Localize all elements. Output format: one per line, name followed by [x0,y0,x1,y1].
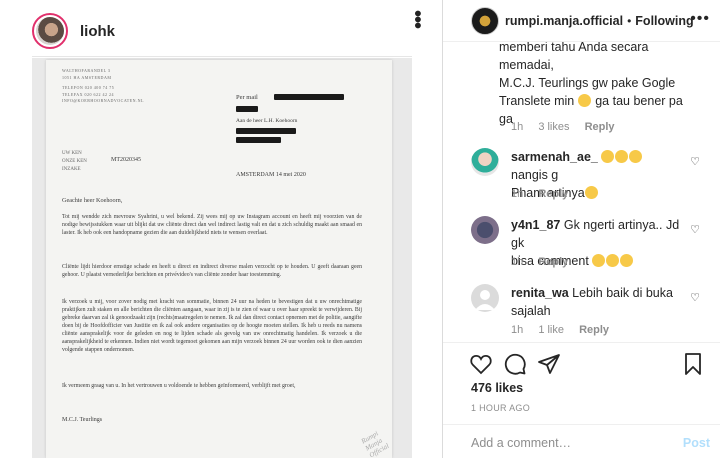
divider [443,424,720,425]
comment-meta: 1h Reply [511,188,580,200]
share-icon[interactable] [537,352,561,376]
comment-line: memadai, [499,58,554,72]
letter-date: AMSTERDAM 14 mei 2020 [236,172,306,178]
comment-time: 1h [511,256,524,268]
heart-icon[interactable]: ♡ [690,291,700,304]
ref-label: UW KEN [62,151,82,156]
signature: M.C.J. Teurlings [62,417,103,423]
post-sidebar: rumpi.manja.official • Following ••• mem… [443,0,720,458]
watermark: Rumpi Manja Official [359,429,391,458]
avatar[interactable] [471,148,499,176]
comment-likes[interactable]: 1 like [538,324,564,336]
comment-likes[interactable]: 3 likes [538,121,569,133]
comment-text: nangis g [511,168,559,182]
reference-labels: UW KEN ONZE KEN INZAKE [62,150,87,174]
post-header: rumpi.manja.official • Following ••• [443,0,720,42]
post-button[interactable]: Post [683,436,710,450]
per-mail-label: Per mail [236,94,258,101]
recipient-line: Aan de heer L.H. Koehoorn [236,118,298,124]
avatar[interactable] [471,216,499,244]
reply-button[interactable]: Reply [585,121,615,133]
crying-emoji-icon [615,150,629,163]
account-username[interactable]: rumpi.manja.official [505,14,623,28]
comment-list[interactable]: memberi tahu Anda secara memadai, M.C.J.… [443,42,720,342]
comment: renita_wa Lebih baik di buka sajalah [511,284,681,320]
ref-label: ONZE KEN [62,159,87,164]
redaction-bar [236,106,258,112]
more-icon[interactable]: ••• [690,11,710,27]
comment-time: 1h [511,324,524,336]
letter-paragraph: Ik verzoek u mij, voor zover nodig met k… [62,299,362,353]
comment-line: ga tau bener pa [595,94,683,108]
comment-line: memberi tahu Anda secara [499,42,649,54]
avatar[interactable] [471,284,499,312]
reference-number: MT2020345 [111,157,141,163]
letter-paper: WALTHOFARANDEL 3 1051 HA AMSTERDAM TELEF… [46,60,392,458]
separator-dot: • [627,13,632,28]
heart-icon[interactable]: ♡ [690,223,700,236]
embedded-post-header: liohk [32,10,412,52]
crying-emoji-icon [629,150,643,163]
comment-username[interactable]: renita_wa [511,286,569,300]
reply-button[interactable]: Reply [579,324,609,336]
comment-icon[interactable] [503,352,527,376]
comment-text: memberi tahu Anda secara memadai, M.C.J.… [499,42,709,128]
comment-meta: 1h 3 likes Reply [511,121,627,133]
post-timestamp[interactable]: 1 HOUR AGO [471,403,530,413]
comment-time: 1h [511,188,524,200]
comment-meta: 1h Reply [511,256,580,268]
smile-emoji-icon [584,186,598,199]
action-bar [469,352,709,378]
redaction-bar [236,128,296,134]
address-line: INFO@KOERHOORNADVOCATEN.NL [62,98,144,103]
letterhead-address: WALTHOFARANDEL 3 1051 HA AMSTERDAM TELEF… [62,68,144,105]
letter-paragraph: Tot mij wendde zich mevrouw Syahrini, u … [62,214,362,236]
laughing-emoji-icon [592,254,606,267]
avatar[interactable] [32,13,68,49]
redaction-bar [236,137,281,143]
following-button[interactable]: Following [635,14,693,28]
heart-icon[interactable] [469,352,493,376]
more-icon[interactable]: ••• [406,10,428,28]
heart-icon[interactable]: ♡ [690,155,700,168]
avatar[interactable] [471,6,499,35]
reply-button[interactable]: Reply [538,256,568,268]
salutation: Geachte heer Koehoorn, [62,197,123,204]
comment-username[interactable]: y4n1_87 [511,218,560,232]
bookmark-icon[interactable] [681,352,705,376]
comment-line: M.C.J. Teurlings gw pake Gogle [499,76,676,90]
redaction-bar [274,94,344,100]
laughing-emoji-icon [620,254,634,267]
laughing-emoji-icon [606,254,620,267]
reply-button[interactable]: Reply [538,188,568,200]
add-comment-input[interactable]: Add a comment… [471,436,571,450]
letter-paragraph: Cliënte lijdt hierdoor ernstige schade e… [62,264,362,278]
divider [32,56,412,57]
comment-username[interactable]: sarmenah_ae_ [511,150,598,164]
ref-label: INZAKE [62,167,81,172]
comment-text: sajalah [511,304,551,318]
embedded-post: liohk ••• WALTHOFARANDEL 3 1051 HA AMSTE… [0,0,443,458]
embedded-username[interactable]: liohk [80,23,115,40]
default-avatar-icon [475,290,495,310]
letter-paragraph: Ik vermeem graag van u. In het vertrouwe… [62,383,296,389]
comment-line: Translete min [499,94,575,108]
comment-meta: 1h 1 like Reply [511,324,621,336]
comment-time: 1h [511,121,524,133]
letter-photo: WALTHOFARANDEL 3 1051 HA AMSTERDAM TELEF… [32,58,412,458]
divider [443,342,720,343]
comment-text: Lebih baik di buka [572,286,673,300]
grinning-emoji-icon [577,94,591,107]
likes-count[interactable]: 476 likes [471,381,523,395]
crying-emoji-icon [601,150,615,163]
